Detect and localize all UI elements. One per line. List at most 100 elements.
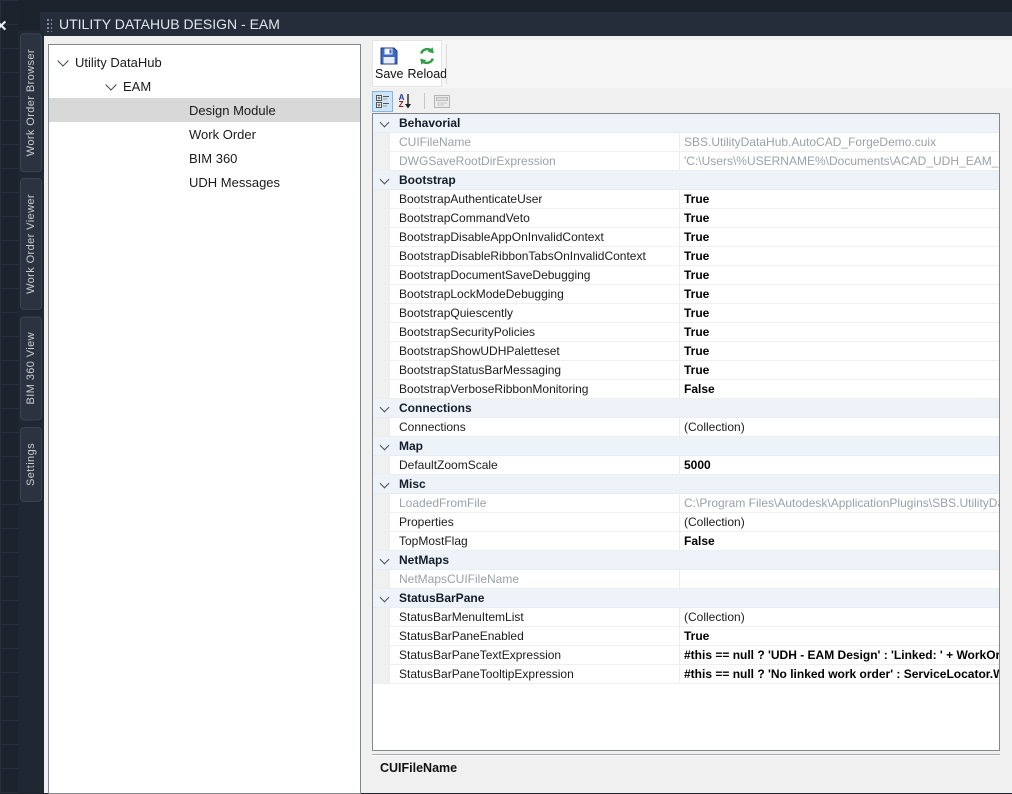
category-row-behavorial[interactable]: Behavorial (373, 114, 999, 133)
chevron-down-icon[interactable] (105, 79, 116, 90)
category-gutter (373, 532, 390, 550)
property-value[interactable]: 5000 (679, 456, 999, 474)
property-value[interactable]: True (679, 228, 999, 246)
category-gutter (373, 152, 390, 170)
save-button[interactable]: Save (373, 41, 406, 86)
property-value[interactable]: True (679, 190, 999, 208)
side-tab-work-order-browser[interactable]: Work Order Browser (20, 33, 42, 172)
category-row-netmaps[interactable]: NetMaps (373, 551, 999, 570)
main-toolbar: Save Reload (372, 40, 1012, 88)
property-row-defaultzoomscale[interactable]: DefaultZoomScale5000 (373, 456, 999, 475)
reload-button[interactable]: Reload (406, 41, 450, 86)
tree-item-udh-messages[interactable]: UDH Messages (49, 170, 360, 194)
category-row-connections[interactable]: Connections (373, 399, 999, 418)
drag-grip-icon[interactable] (45, 17, 52, 32)
property-row-bootstrapstatusbarmessaging[interactable]: BootstrapStatusBarMessagingTrue (373, 361, 999, 380)
tree-item-design-module[interactable]: Design Module (49, 98, 360, 122)
property-row-topmostflag[interactable]: TopMostFlagFalse (373, 532, 999, 551)
property-value[interactable]: True (679, 304, 999, 322)
chevron-down-icon[interactable] (380, 118, 390, 128)
category-gutter (373, 494, 390, 512)
property-name: NetMapsCUIFileName (399, 570, 675, 588)
side-tab-settings[interactable]: Settings (20, 427, 42, 502)
property-value[interactable]: True (679, 247, 999, 265)
categorized-button[interactable] (372, 91, 393, 112)
property-value[interactable]: True (679, 266, 999, 284)
close-icon[interactable]: ✕ (0, 17, 8, 35)
side-tab-work-order-viewer[interactable]: Work Order Viewer (20, 178, 42, 310)
property-row-bootstrapdocumentsavedebugging[interactable]: BootstrapDocumentSaveDebuggingTrue (373, 266, 999, 285)
tree-item-label: EAM (123, 79, 151, 94)
chevron-down-icon[interactable] (380, 593, 390, 603)
chevron-down-icon[interactable] (380, 479, 390, 489)
property-row-statusbarmenuitemlist[interactable]: StatusBarMenuItemList(Collection) (373, 608, 999, 627)
property-name: StatusBarPaneEnabled (399, 627, 675, 645)
property-value[interactable]: (Collection) (679, 418, 999, 436)
property-value[interactable]: True (679, 209, 999, 227)
property-row-bootstrapverboseribbonmonitoring[interactable]: BootstrapVerboseRibbonMonitoringFalse (373, 380, 999, 399)
property-value[interactable] (679, 570, 999, 588)
property-name: Properties (399, 513, 675, 531)
category-gutter (373, 380, 390, 398)
property-value[interactable]: True (679, 323, 999, 341)
side-tab-bim-360-view[interactable]: BIM 360 View (20, 316, 42, 420)
property-row-statusbarpanetextexpression[interactable]: StatusBarPaneTextExpression#this == null… (373, 646, 999, 665)
chevron-down-icon[interactable] (380, 441, 390, 451)
tree-item-utility-datahub[interactable]: Utility DataHub (49, 50, 360, 74)
chevron-down-icon[interactable] (57, 55, 68, 66)
property-name: BootstrapVerboseRibbonMonitoring (399, 380, 675, 398)
category-gutter (373, 228, 390, 246)
property-row-bootstrapshowudhpaletteset[interactable]: BootstrapShowUDHPalettesetTrue (373, 342, 999, 361)
property-value[interactable]: (Collection) (679, 608, 999, 626)
property-row-bootstrapdisableribbontabsoninvalidcontext[interactable]: BootstrapDisableRibbonTabsOnInvalidConte… (373, 247, 999, 266)
property-value[interactable]: (Collection) (679, 513, 999, 531)
property-row-bootstrapsecuritypolicies[interactable]: BootstrapSecurityPoliciesTrue (373, 323, 999, 342)
property-row-properties[interactable]: Properties(Collection) (373, 513, 999, 532)
property-row-bootstraplockmodedebugging[interactable]: BootstrapLockModeDebuggingTrue (373, 285, 999, 304)
sort-arrow-icon (404, 93, 412, 109)
property-row-statusbarpaneenabled[interactable]: StatusBarPaneEnabledTrue (373, 627, 999, 646)
property-row-bootstrapquiescently[interactable]: BootstrapQuiescentlyTrue (373, 304, 999, 323)
property-value[interactable]: #this == null ? 'No linked work order' :… (679, 665, 999, 683)
property-name: LoadedFromFile (399, 494, 675, 512)
property-value[interactable]: False (679, 532, 999, 550)
property-value[interactable]: #this == null ? 'UDH - EAM Design' : 'Li… (679, 646, 999, 664)
category-label: StatusBarPane (399, 591, 484, 605)
save-button-label: Save (375, 67, 404, 81)
property-value[interactable]: True (679, 361, 999, 379)
tree-item-eam[interactable]: EAM (49, 74, 360, 98)
property-row-netmapscuifilename[interactable]: NetMapsCUIFileName (373, 570, 999, 589)
category-row-statusbarpane[interactable]: StatusBarPane (373, 589, 999, 608)
property-value[interactable]: False (679, 380, 999, 398)
category-row-map[interactable]: Map (373, 437, 999, 456)
property-row-cuifilename[interactable]: CUIFileNameSBS.UtilityDataHub.AutoCAD_Fo… (373, 133, 999, 152)
property-row-bootstrapcommandveto[interactable]: BootstrapCommandVetoTrue (373, 209, 999, 228)
property-value[interactable]: True (679, 342, 999, 360)
category-label: Connections (399, 401, 472, 415)
property-row-connections[interactable]: Connections(Collection) (373, 418, 999, 437)
property-value[interactable]: C:\Program Files\Autodesk\ApplicationPlu… (679, 494, 999, 512)
category-row-bootstrap[interactable]: Bootstrap (373, 171, 999, 190)
property-row-statusbarpanetooltipexpression[interactable]: StatusBarPaneTooltipExpression#this == n… (373, 665, 999, 684)
property-value[interactable]: 'C:\Users\%USERNAME%\Documents\ACAD_UDH_… (679, 152, 999, 170)
category-gutter (373, 646, 390, 664)
property-name: BootstrapShowUDHPaletteset (399, 342, 675, 360)
reload-icon (417, 46, 437, 66)
chevron-down-icon[interactable] (380, 175, 390, 185)
category-gutter (373, 627, 390, 645)
property-row-loadedfromfile[interactable]: LoadedFromFileC:\Program Files\Autodesk\… (373, 494, 999, 513)
sort-alphabetical-button[interactable]: A Z (395, 91, 416, 112)
property-row-dwgsaverootdirexpression[interactable]: DWGSaveRootDirExpression'C:\Users\%USERN… (373, 152, 999, 171)
property-value[interactable]: SBS.UtilityDataHub.AutoCAD_ForgeDemo.cui… (679, 133, 999, 151)
property-row-bootstrapauthenticateuser[interactable]: BootstrapAuthenticateUserTrue (373, 190, 999, 209)
category-row-misc[interactable]: Misc (373, 475, 999, 494)
property-row-bootstrapdisableapponinvalidcontext[interactable]: BootstrapDisableAppOnInvalidContextTrue (373, 228, 999, 247)
property-value[interactable]: True (679, 627, 999, 645)
tree-item-label: Utility DataHub (75, 55, 162, 70)
property-value[interactable]: True (679, 285, 999, 303)
chevron-down-icon[interactable] (380, 555, 390, 565)
chevron-down-icon[interactable] (380, 403, 390, 413)
side-tabstrip: Work Order Browser Work Order Viewer BIM 3… (18, 30, 44, 793)
tree-item-bim-360[interactable]: BIM 360 (49, 146, 360, 170)
tree-item-work-order[interactable]: Work Order (49, 122, 360, 146)
